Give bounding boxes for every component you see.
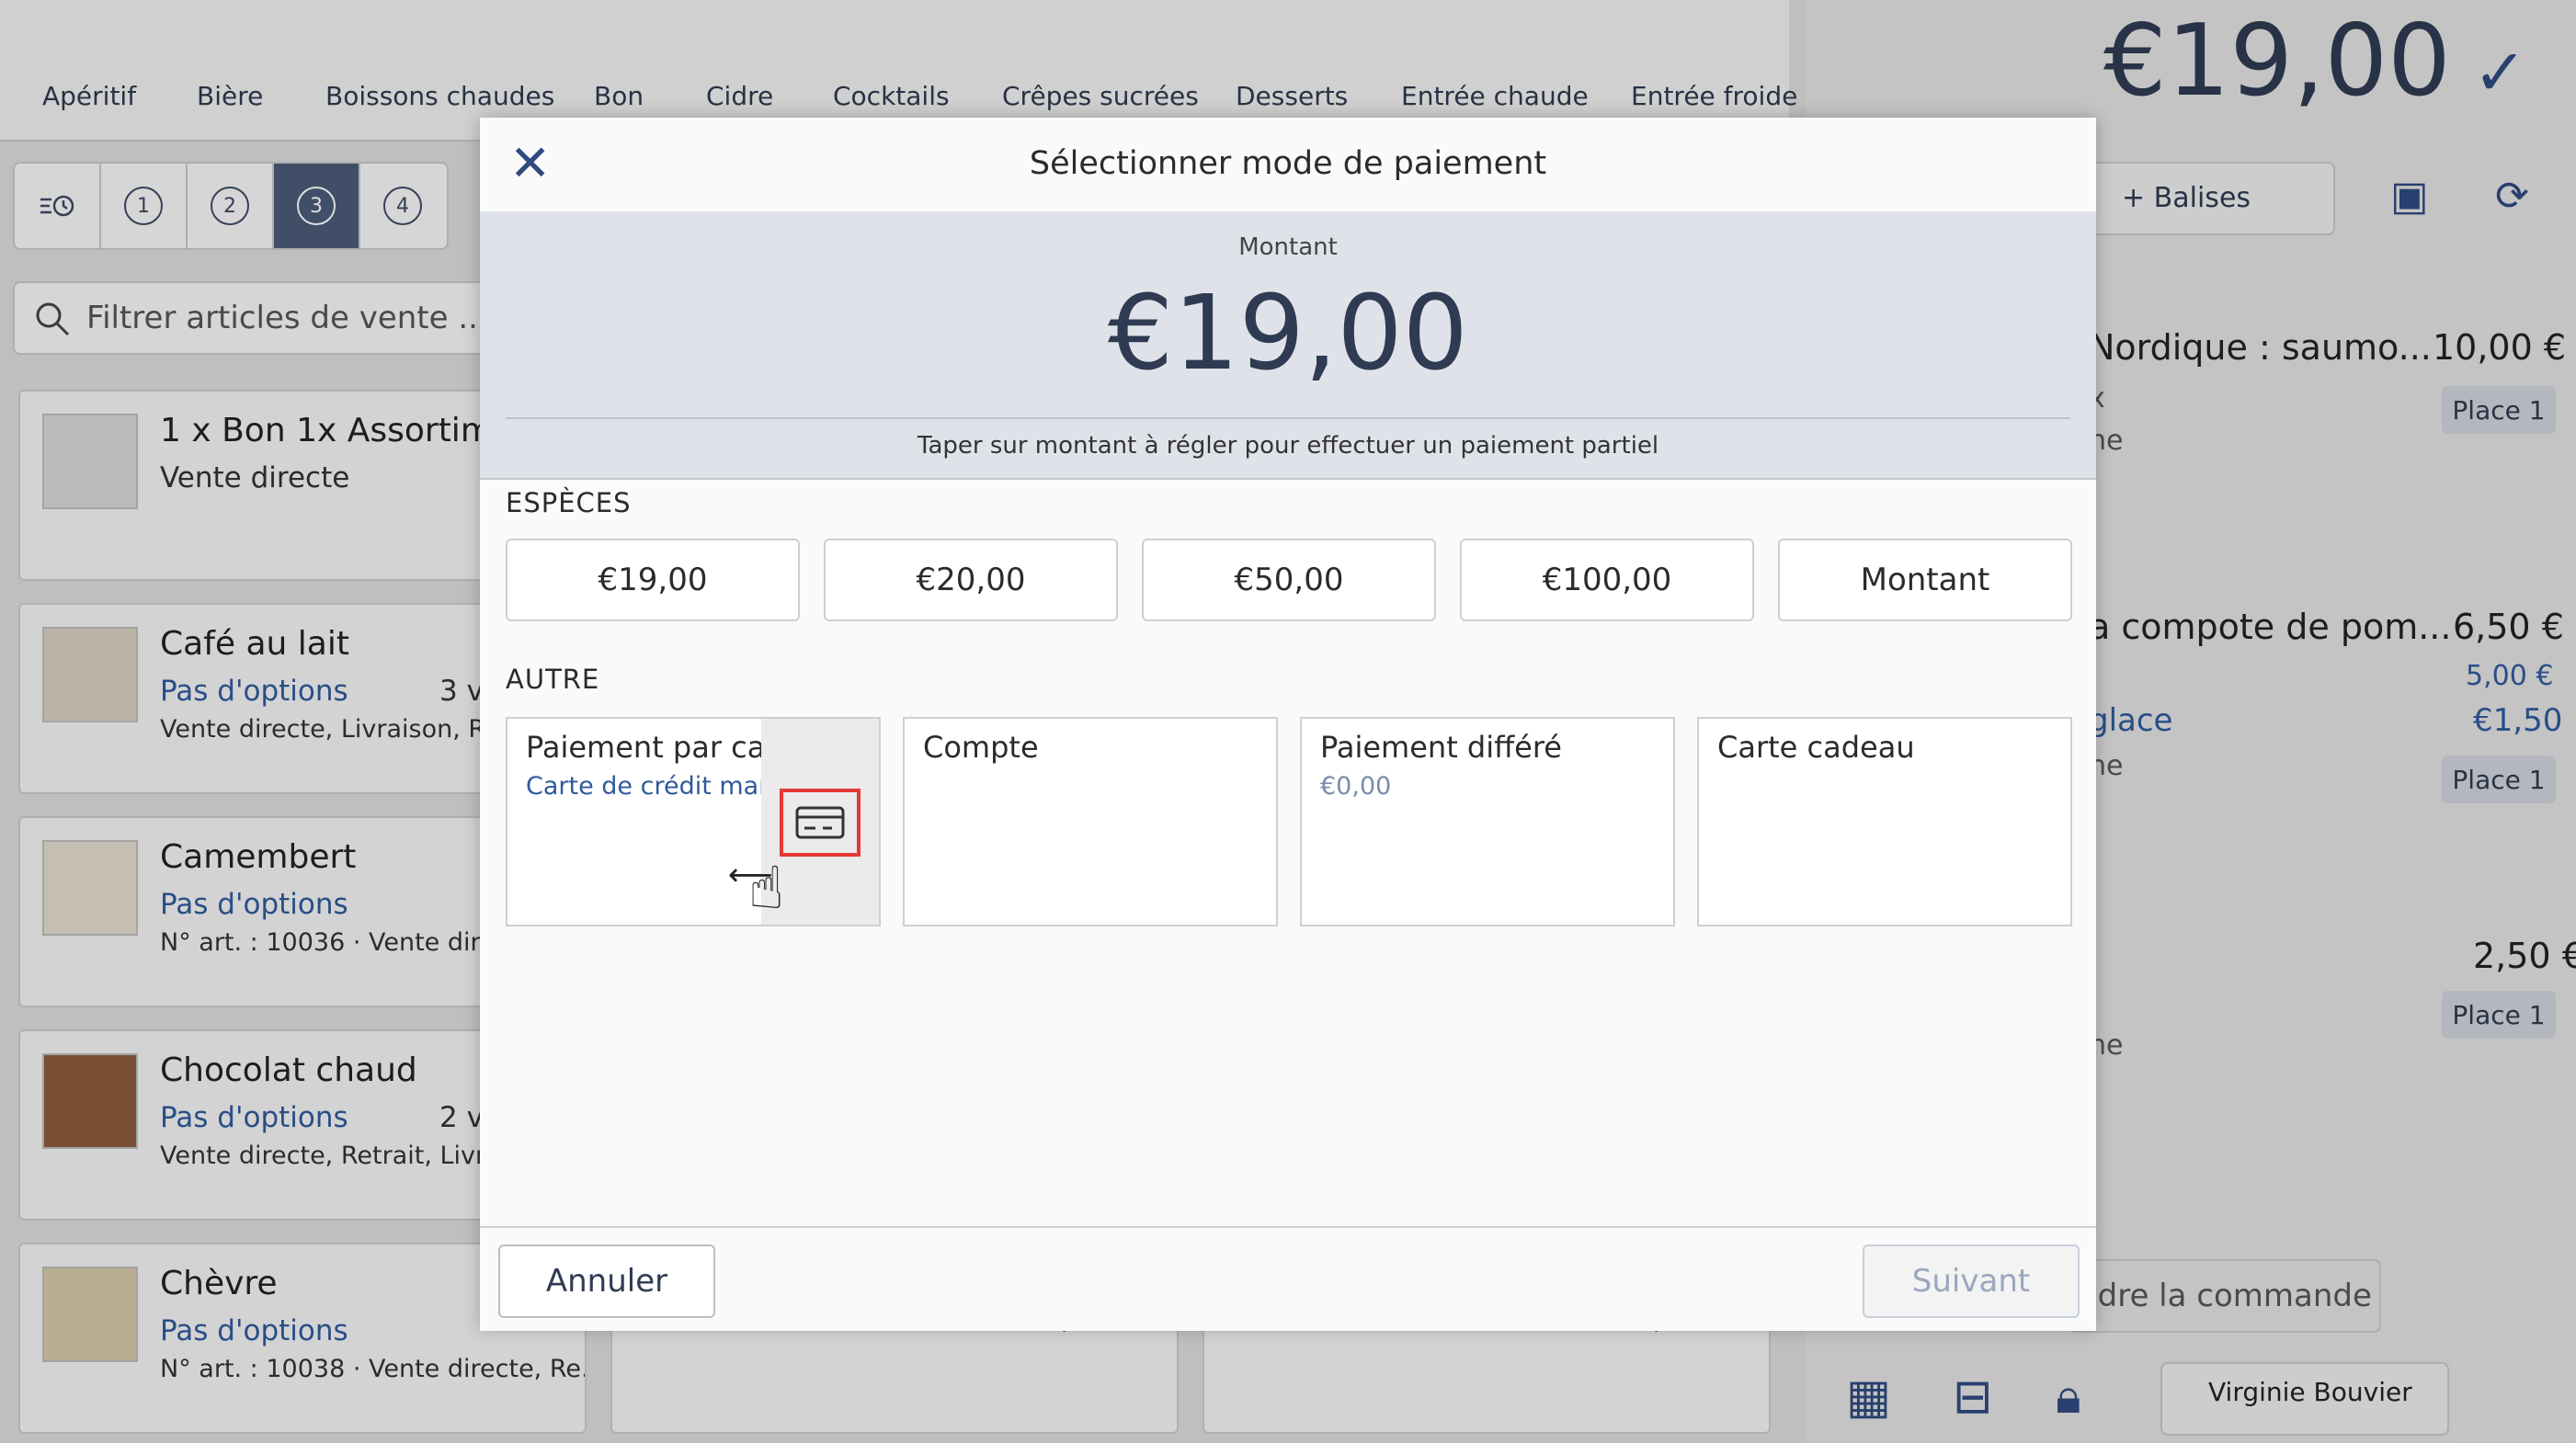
cash-section-title: ESPÈCES [506,487,632,518]
hand-pointer-icon: ☝ [748,855,784,923]
cash-option-custom-amount[interactable]: Montant [1778,539,2072,621]
next-button[interactable]: Suivant [1863,1244,2080,1318]
card-payment-tile[interactable]: Paiement par carte Carte de crédit manue… [506,717,881,926]
amount-label: Montant [1238,233,1338,261]
divider [506,417,2070,419]
dialog-header: ✕ Sélectionner mode de paiement [480,118,2096,211]
gift-card-tile[interactable]: Carte cadeau [1697,717,2072,926]
cash-option-19[interactable]: €19,00 [506,539,800,621]
dialog-title: Sélectionner mode de paiement [1029,145,1547,182]
cash-option-100[interactable]: €100,00 [1460,539,1754,621]
payment-mode-dialog: ✕ Sélectionner mode de paiement Montant … [480,118,2096,1331]
dialog-footer: Annuler Suivant [480,1226,2096,1331]
amount-panel[interactable]: Montant €19,00 Taper sur montant à régle… [480,211,2096,480]
amount-value[interactable]: €19,00 [480,274,2096,393]
account-tile[interactable]: Compte [903,717,1278,926]
cash-option-20[interactable]: €20,00 [824,539,1118,621]
cancel-button[interactable]: Annuler [498,1244,715,1318]
partial-payment-hint: Taper sur montant à régler pour effectue… [917,432,1659,460]
other-section-title: AUTRE [506,664,600,695]
cash-option-50[interactable]: €50,00 [1142,539,1436,621]
credit-card-icon[interactable] [780,789,861,857]
deferred-payment-tile[interactable]: Paiement différé €0,00 [1300,717,1675,926]
